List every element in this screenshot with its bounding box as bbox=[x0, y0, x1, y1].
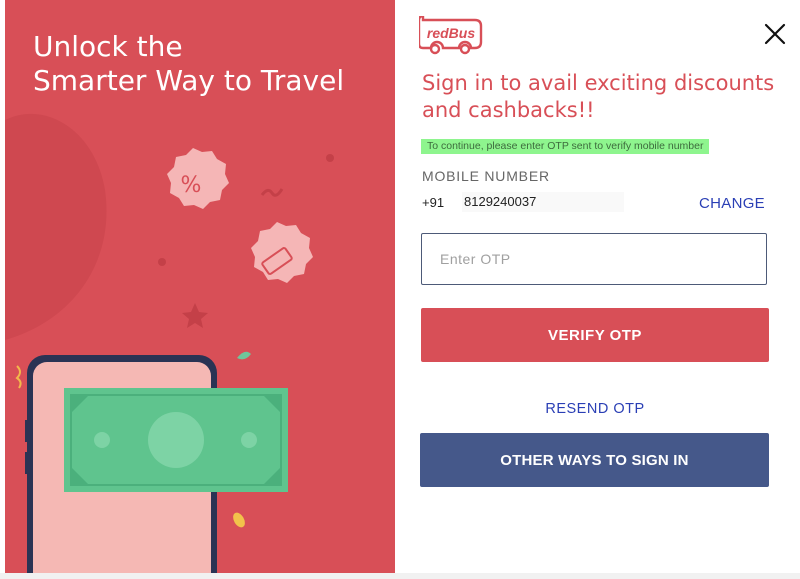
coin-decor bbox=[233, 512, 245, 528]
decor-dot bbox=[158, 258, 166, 266]
otp-sent-notice: To continue, please enter OTP sent to ve… bbox=[421, 139, 710, 154]
promo-title-line2: Smarter Way to Travel bbox=[33, 64, 345, 97]
resend-otp-link[interactable]: RESEND OTP bbox=[421, 401, 769, 417]
decor-squiggle bbox=[260, 188, 284, 197]
sign-in-modal: % Unlock the Smarter Way to Travel redBu… bbox=[0, 0, 800, 579]
svg-text:%: % bbox=[181, 173, 202, 198]
close-button[interactable] bbox=[761, 20, 789, 48]
mobile-number-label: MOBILE NUMBER bbox=[422, 168, 550, 184]
mobile-number-value: 8129240037 bbox=[462, 192, 624, 212]
promo-panel: % Unlock the Smarter Way to Travel bbox=[5, 0, 395, 573]
other-ways-sign-in-button[interactable]: OTHER WAYS TO SIGN IN bbox=[420, 433, 769, 487]
otp-input[interactable] bbox=[421, 233, 767, 285]
decor-dot bbox=[326, 154, 334, 162]
change-number-link[interactable]: CHANGE bbox=[699, 195, 765, 212]
country-code: +91 bbox=[422, 195, 445, 210]
sign-in-heading-line2: and cashbacks!! bbox=[422, 98, 595, 122]
leaf-decor bbox=[237, 351, 251, 360]
confetti-decor bbox=[15, 365, 22, 389]
ticket-badge-icon bbox=[251, 222, 313, 283]
redbus-logo: redBus bbox=[419, 16, 483, 55]
modal-bottom-edge bbox=[0, 573, 800, 579]
sign-in-heading: Sign in to avail exciting discounts and … bbox=[422, 70, 792, 124]
sign-in-heading-line1: Sign in to avail exciting discounts bbox=[422, 71, 775, 95]
sign-in-form-panel: redBus Sign in to avail exciting discoun… bbox=[395, 0, 800, 579]
promo-title: Unlock the Smarter Way to Travel bbox=[33, 30, 383, 98]
promo-title-line1: Unlock the bbox=[33, 30, 183, 63]
banknote-illustration bbox=[64, 388, 288, 492]
redbus-logo-text: redBus bbox=[427, 25, 475, 41]
background-blob bbox=[5, 113, 107, 340]
star-icon bbox=[182, 303, 208, 328]
close-icon bbox=[764, 23, 786, 45]
verify-otp-button[interactable]: VERIFY OTP bbox=[421, 308, 769, 362]
percent-badge-icon: % bbox=[167, 148, 229, 209]
